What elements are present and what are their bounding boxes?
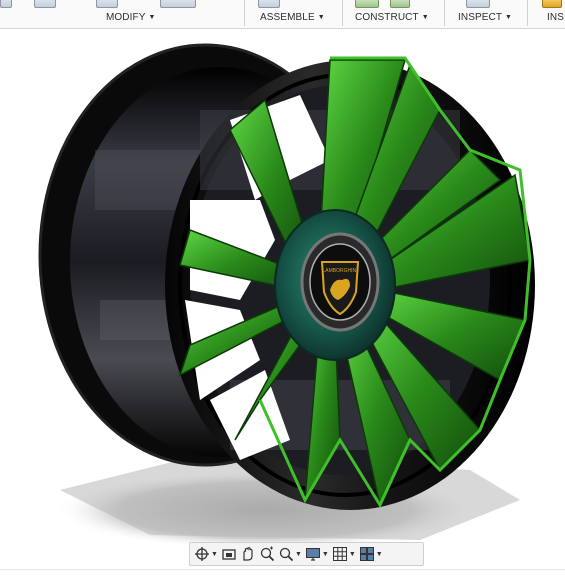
zoom-icon xyxy=(260,546,275,562)
modify-menu[interactable]: MODIFY ▼ xyxy=(106,12,156,23)
insert-menu[interactable]: INS xyxy=(547,12,564,23)
pan-button[interactable] xyxy=(240,544,256,564)
chevron-down-icon: ▼ xyxy=(148,14,156,21)
construct-plane-icon[interactable] xyxy=(355,0,379,8)
chevron-down-icon: ▼ xyxy=(348,550,356,558)
badge-text: LAMBORGHINI xyxy=(322,268,357,274)
chevron-down-icon: ▼ xyxy=(211,550,218,558)
design-canvas[interactable]: LAMBORGHINI xyxy=(0,29,565,578)
inspect-measure-icon[interactable] xyxy=(466,0,490,8)
chevron-down-icon: ▼ xyxy=(421,14,429,21)
assemble-label: ASSEMBLE xyxy=(260,12,315,23)
display-settings-button[interactable]: ▼ xyxy=(305,544,329,564)
navigation-bar: ▼ ▼ ▼ ▼ ▼ xyxy=(189,542,424,566)
viewports-icon xyxy=(359,547,374,561)
toolbar-separator xyxy=(527,0,528,26)
chevron-down-icon: ▼ xyxy=(375,550,383,558)
zoom-button[interactable] xyxy=(259,544,275,564)
look-at-button[interactable] xyxy=(221,544,237,564)
construct-axis-icon[interactable] xyxy=(390,0,410,8)
orbit-icon xyxy=(195,547,209,561)
chevron-down-icon: ▼ xyxy=(317,14,325,21)
fit-button[interactable]: ▼ xyxy=(278,544,302,564)
tool-icon-1[interactable] xyxy=(0,0,12,8)
chevron-down-icon: ▼ xyxy=(294,550,302,558)
viewports-button[interactable]: ▼ xyxy=(359,544,383,564)
insert-label: INS xyxy=(547,12,564,23)
ribbon-toolbar: MODIFY ▼ ASSEMBLE ▼ CONSTRUCT ▼ INSPECT ▼ IN… xyxy=(0,0,565,29)
look-at-icon xyxy=(222,549,236,560)
construct-menu[interactable]: CONSTRUCT ▼ xyxy=(355,12,429,23)
fit-icon xyxy=(279,547,294,562)
chevron-down-icon: ▼ xyxy=(505,14,513,21)
modify-move-icon[interactable] xyxy=(160,0,196,8)
modify-press-pull-icon[interactable] xyxy=(34,0,56,8)
chevron-down-icon: ▼ xyxy=(321,550,329,558)
wheel-model: LAMBORGHINI xyxy=(38,43,535,550)
display-settings-icon xyxy=(305,548,320,561)
inspect-menu[interactable]: INSPECT ▼ xyxy=(458,12,512,23)
orbit-button[interactable]: ▼ xyxy=(194,544,218,564)
inspect-label: INSPECT xyxy=(458,12,503,23)
toolbar-separator xyxy=(244,0,245,26)
insert-icon[interactable] xyxy=(542,0,562,8)
toolbar-separator xyxy=(444,0,445,26)
assemble-joint-icon[interactable] xyxy=(258,0,280,8)
grid-icon xyxy=(332,547,347,561)
pan-icon xyxy=(243,547,253,561)
modify-label: MODIFY xyxy=(106,12,146,23)
assemble-menu[interactable]: ASSEMBLE ▼ xyxy=(260,12,325,23)
construct-label: CONSTRUCT xyxy=(355,12,419,23)
toolbar-separator xyxy=(342,0,343,26)
grid-settings-button[interactable]: ▼ xyxy=(332,544,356,564)
modify-fillet-icon[interactable] xyxy=(96,0,118,8)
